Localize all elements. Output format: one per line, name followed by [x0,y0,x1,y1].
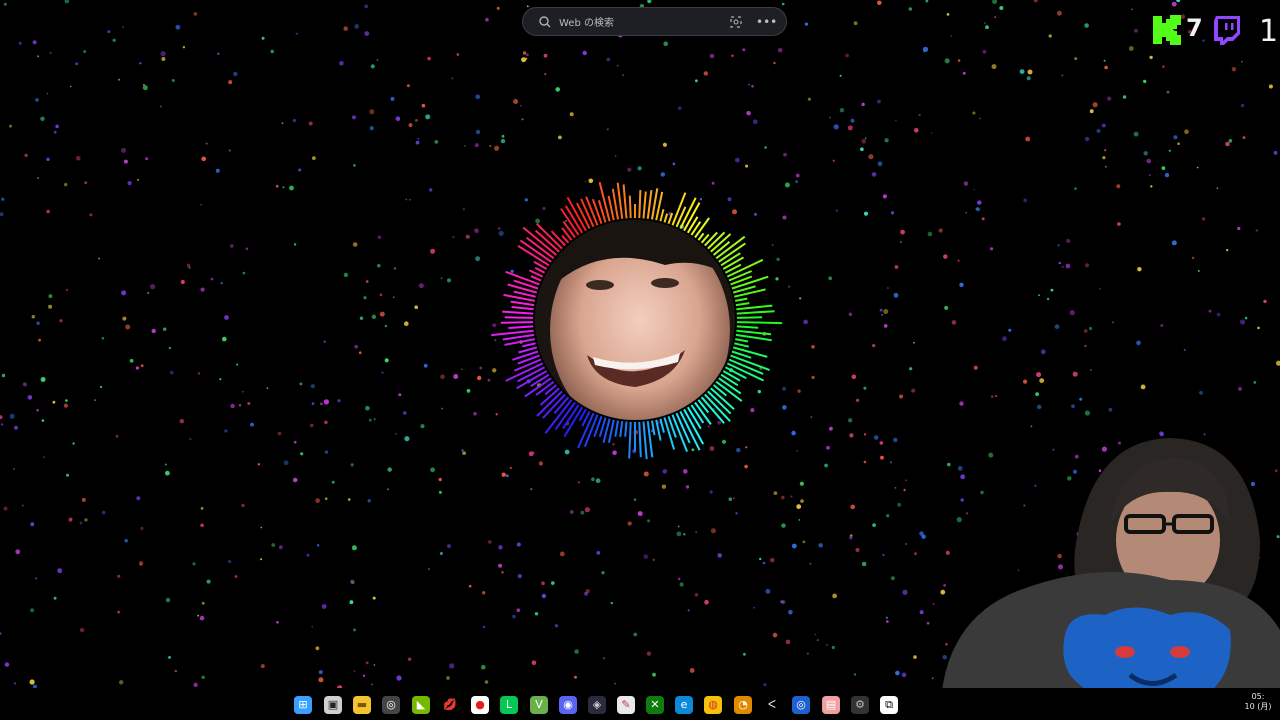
taskbar-file-explorer-icon[interactable]: ▬ [353,696,371,714]
windows-taskbar: ⊞ ▣ ▬ ◎ ◣ 💋 ● L V ◉ ◈ ✎ ✕ e ◍ ◔ ᐸ ◎ ▤ ⚙ ⧉ [0,688,1280,720]
search-input[interactable] [557,13,731,33]
streamer-webcam [940,438,1280,720]
taskbar-line-icon[interactable]: L [500,696,518,714]
web-search-bar[interactable]: ••• [522,7,787,36]
taskbar-chrome-app-icon[interactable]: ◎ [382,696,400,714]
taskbar-notepad-icon[interactable]: ✎ [617,696,635,714]
kick-logo-icon [1153,15,1181,45]
taskbar-chrome-icon[interactable]: ◍ [704,696,722,714]
taskbar-lips-app-icon[interactable]: 💋 [441,696,459,714]
taskbar-nvidia-icon[interactable]: ◣ [412,696,430,714]
visual-search-icon[interactable] [727,13,745,31]
taskbar-obs-studio-icon[interactable]: ◔ [734,696,752,714]
taskbar-obs-icon[interactable]: ◈ [588,696,606,714]
taskbar-image-viewer-icon[interactable]: ▤ [822,696,840,714]
taskbar-record-icon[interactable]: ● [471,696,489,714]
more-options-icon[interactable]: ••• [756,13,777,31]
system-clock[interactable]: 05: 10 (月) [1236,692,1280,712]
audio-visualizer-ring [491,181,783,460]
taskbar-task-view-icon[interactable]: ▣ [324,696,342,714]
twitch-viewer-count: 1 [1259,14,1279,49]
clock-time: 05: [1251,692,1265,701]
taskbar-vim-icon[interactable]: V [530,696,548,714]
taskbar-capcut-icon[interactable]: ⧉ [880,696,898,714]
taskbar-discord-icon[interactable]: ◉ [559,696,577,714]
search-icon [539,16,551,28]
taskbar-start-icon[interactable]: ⊞ [294,696,312,714]
taskbar-settings-icon[interactable]: ⚙ [851,696,869,714]
taskbar-xbox-icon[interactable]: ✕ [646,696,664,714]
twitch-logo-icon [1214,16,1240,45]
taskbar-edge-icon[interactable]: e [675,696,693,714]
clock-date: 10 (月) [1244,702,1272,711]
kick-viewer-count: 7 [1186,14,1203,42]
taskbar-dev-tool-icon[interactable]: ᐸ [763,696,781,714]
taskbar-blue-app-icon[interactable]: ◎ [792,696,810,714]
